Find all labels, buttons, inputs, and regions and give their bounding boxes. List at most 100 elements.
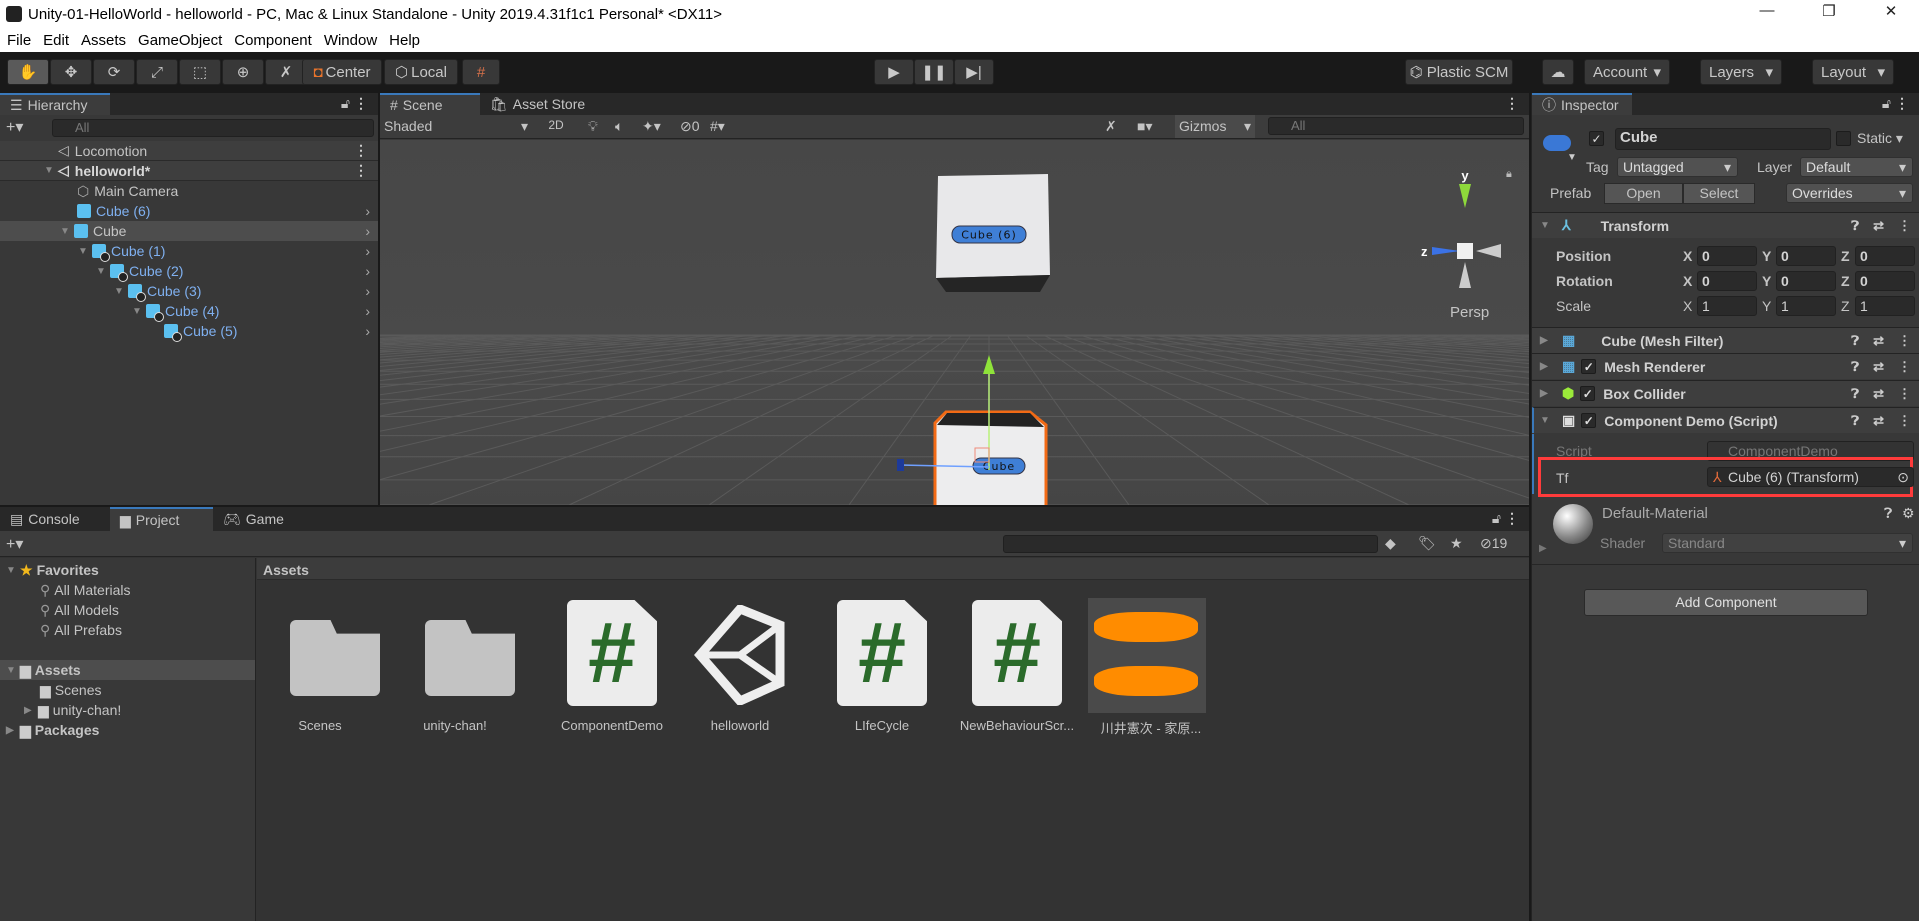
packages-folder-item[interactable]: ▶ ▆ Packages [0,720,255,740]
scale-y-input[interactable]: 1 [1776,296,1836,316]
camera-dropdown-icon[interactable]: ■▾ [1137,118,1152,135]
unity-chan-folder-item[interactable]: ▶ ▆ unity-chan! [0,700,255,720]
account-dropdown[interactable]: Account ▾ [1584,59,1670,85]
component-demo-header[interactable]: ▼ ▣ ✓ Component Demo (Script) ❓︎ ⇄ ⋮ [1532,407,1919,433]
hierarchy-item-cube-2[interactable]: ▼ Cube (2) › [0,261,378,282]
selected-cube-object[interactable]: Cube [933,410,1048,505]
expand-arrow-icon[interactable]: ▼ [6,565,20,576]
help-icon[interactable]: ❓︎ [1851,413,1859,429]
object-icon[interactable] [1543,135,1571,151]
chevron-right-icon[interactable]: › [365,203,370,219]
kebab-icon[interactable]: ⋮ [1898,359,1911,375]
box-collider-enabled-checkbox[interactable]: ✓ [1580,386,1596,401]
effects-toggle-icon[interactable]: ✦▾ [642,118,661,135]
kebab-icon[interactable]: ⋮ [1898,386,1911,402]
rotation-y-input[interactable]: 0 [1776,271,1836,291]
object-picker-icon[interactable]: ⊙ [1897,468,1909,486]
menu-component[interactable]: Component [234,32,312,49]
preset-icon[interactable]: ⇄ [1873,333,1884,349]
gizmo-lock-icon[interactable]: 🔒︎ [1506,168,1512,180]
tools-icon[interactable]: ✗ [1105,118,1117,135]
prefab-overrides-dropdown[interactable]: Overrides [1786,183,1913,203]
gear-icon[interactable]: ⚙ [1902,505,1915,522]
search-by-type-icon[interactable]: ◆ [1385,535,1396,552]
create-button[interactable]: +▾ [6,117,23,137]
tab-scene[interactable]: # Scene [380,93,480,115]
tab-console[interactable]: ▤ Console [0,507,90,531]
scene-menu-icon[interactable]: ⋮ [354,142,368,159]
menu-kebab-icon[interactable]: ⋮ [1505,95,1519,112]
rotation-x-input[interactable]: 0 [1697,271,1757,291]
shader-dropdown[interactable]: Standard [1662,533,1913,553]
maximize-button[interactable]: ❐ [1814,2,1844,20]
audio-toggle-icon[interactable]: 🔈︎ [615,118,623,135]
preset-icon[interactable]: ⇄ [1873,413,1884,429]
expand-arrow-icon[interactable]: ▼ [114,286,128,297]
help-icon[interactable]: ❓︎ [1884,505,1892,522]
position-x-input[interactable]: 0 [1697,246,1757,266]
expand-arrow-icon[interactable]: ▼ [60,226,74,237]
hierarchy-item-main-camera[interactable]: ⬡ Main Camera [0,181,378,201]
expand-arrow-icon[interactable]: ▶ [6,725,20,736]
z-arrow-icon[interactable] [897,459,904,471]
icon-dropdown-arrow-icon[interactable]: ▼ [1567,152,1577,163]
persp-label[interactable]: Persp [1450,304,1489,321]
hierarchy-item-cube-5[interactable]: Cube (5) › [0,321,378,342]
kebab-icon[interactable]: ⋮ [1898,333,1911,349]
menu-window[interactable]: Window [324,32,377,49]
scale-tool-button[interactable]: ⤢ [136,59,178,85]
expand-arrow-icon[interactable]: ▼ [132,306,146,317]
create-button[interactable]: +▾ [6,534,23,554]
chevron-right-icon[interactable]: › [365,243,370,259]
expand-arrow-icon[interactable]: ▼ [96,266,110,277]
gizmos-dropdown[interactable]: Gizmos ▾ [1175,115,1255,138]
prefab-select-button[interactable]: Select [1683,183,1755,204]
hierarchy-item-cube[interactable]: ▼ Cube › [0,221,378,241]
expand-arrow-icon[interactable]: ▼ [44,165,58,176]
chevron-right-icon[interactable]: › [365,263,370,279]
tab-asset-store[interactable]: 🛍︎ Asset Store [480,93,595,115]
favorite-all-models[interactable]: ⚲ All Models [0,600,255,620]
scenes-folder-item[interactable]: ▆ Scenes [0,680,255,700]
hierarchy-item-cube-4[interactable]: ▼ Cube (4) › [0,301,378,322]
tab-inspector[interactable]: ⓘ Inspector [1532,93,1632,115]
layout-dropdown[interactable]: Layout ▾ [1812,59,1894,85]
favorites-item[interactable]: ▼ ★ Favorites [0,560,255,580]
lock-icon[interactable]: 🔓︎ [1492,510,1501,527]
active-checkbox[interactable]: ✓ [1589,131,1604,146]
mesh-filter-header[interactable]: ▶ ▦ Cube (Mesh Filter) ❓︎ ⇄ ⋮ [1532,327,1919,353]
hierarchy-search-input[interactable]: All [52,119,374,137]
scene-row-helloworld[interactable]: ▼ ◁ helloworld* ⋮ [0,161,378,181]
menu-file[interactable]: File [7,32,31,49]
hierarchy-item-cube-3[interactable]: ▼ Cube (3) › [0,281,378,302]
help-icon[interactable]: ❓︎ [1851,333,1859,349]
plastic-scm-button[interactable]: ⌬ Plastic SCM [1405,59,1513,85]
rect-tool-button[interactable]: ⬚ [179,59,221,85]
expand-arrow-icon[interactable]: ▼ [78,246,92,257]
pivot-center-toggle[interactable]: ◘ Center [302,59,382,85]
assets-folder-item[interactable]: ▼ ▆ Assets [0,660,255,680]
kebab-icon[interactable]: ⋮ [1898,218,1911,234]
help-icon[interactable]: ❓︎ [1851,218,1859,234]
collapse-arrow-icon[interactable]: ▼ [1540,220,1554,231]
hierarchy-item-cube-1[interactable]: ▼ Cube (1) › [0,241,378,262]
chevron-right-icon[interactable]: › [365,303,370,319]
snap-button[interactable]: # [462,59,500,85]
lighting-toggle-icon[interactable]: 💡︎ [588,118,598,135]
scene-viewport[interactable]: Cube (6) Cube y z Persp 🔒︎ [380,140,1529,505]
scene-search-input[interactable]: All [1268,117,1524,135]
cloud-button[interactable]: ☁ [1542,59,1574,85]
menu-kebab-icon[interactable]: ⋮ [1895,95,1909,112]
menu-kebab-icon[interactable]: ⋮ [354,95,368,112]
expand-arrow-icon[interactable]: ▶ [24,705,38,716]
pause-button[interactable]: ❚❚ [914,59,954,85]
expand-arrow-icon[interactable]: ▶ [1540,361,1554,372]
hierarchy-item-cube-6[interactable]: Cube (6) › [0,201,378,221]
position-z-input[interactable]: 0 [1855,246,1915,266]
chevron-right-icon[interactable]: › [365,323,370,339]
custom-tool-button[interactable]: ✗ [265,59,307,85]
menu-edit[interactable]: Edit [43,32,69,49]
shading-mode-dropdown[interactable]: Shaded ▾ [384,118,534,134]
object-name-input[interactable]: Cube [1615,128,1831,150]
favorite-all-prefabs[interactable]: ⚲ All Prefabs [0,620,255,640]
